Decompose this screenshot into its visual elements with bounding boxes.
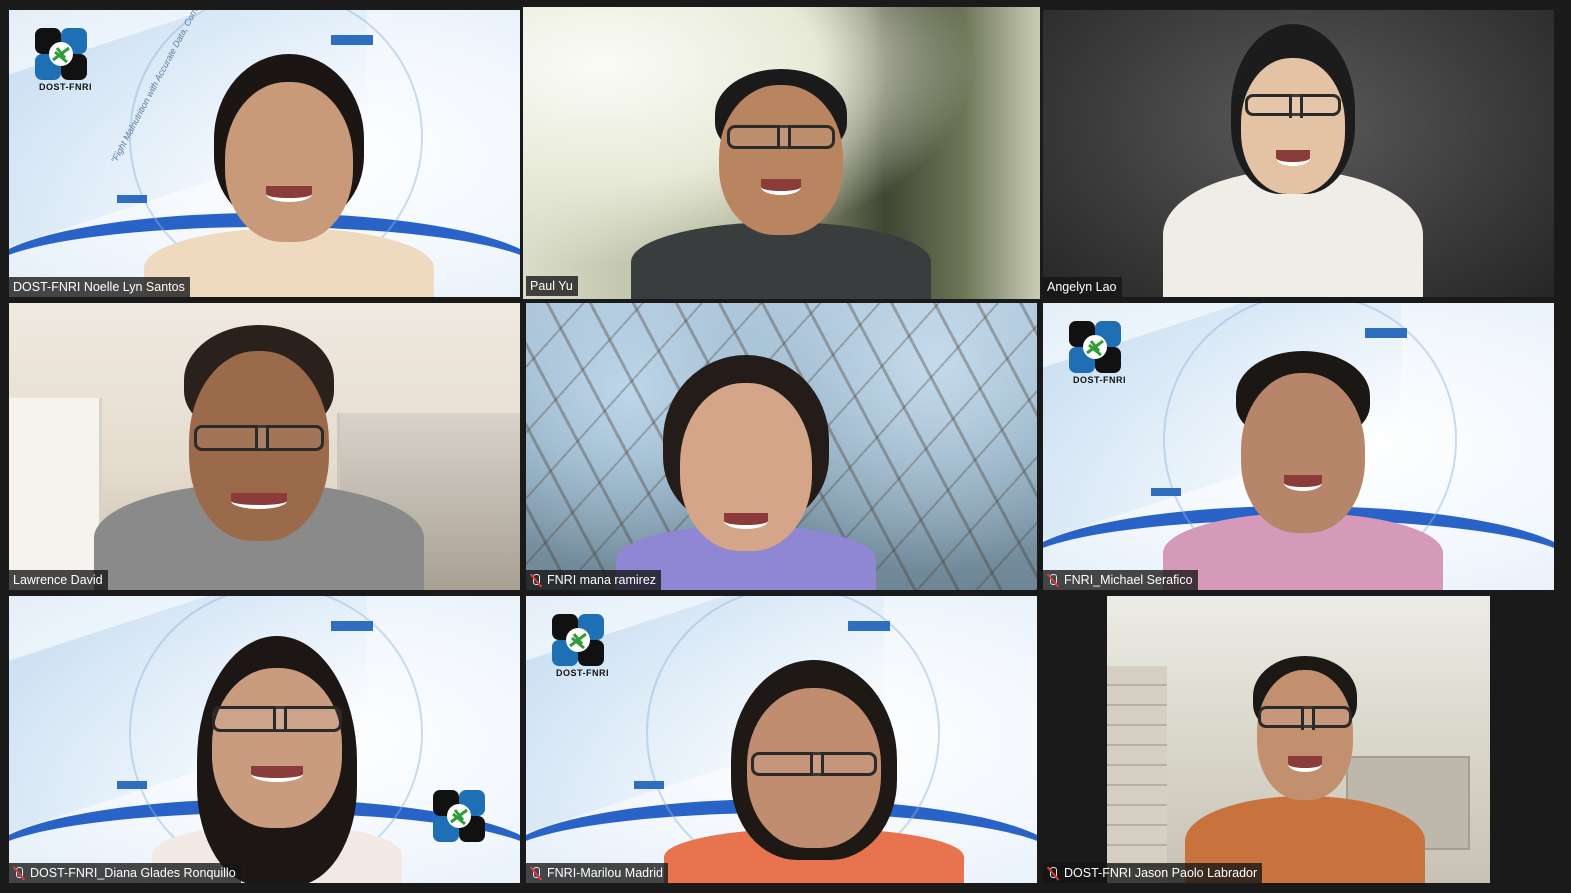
participant-name: DOST-FNRI Jason Paolo Labrador [1064,866,1258,880]
participant-name-tag: Lawrence David [9,570,108,590]
video-tile-marilou[interactable]: DOST-FNRI FNRI-Marilou Madrid [526,596,1037,883]
participant-name: FNRI-Marilou Madrid [547,866,663,880]
video-tile-diana[interactable]: DOST-FNRI_Diana Glades Ronquillo [9,596,520,883]
background-bar [634,781,664,789]
muted-microphone-icon [530,573,542,587]
participant-name-tag: DOST-FNRI_Diana Glades Ronquillo [9,863,241,883]
muted-microphone-icon [1047,573,1059,587]
participant-name: Paul Yu [530,279,573,293]
background-bar [331,621,373,631]
video-tile-mana[interactable]: FNRI mana ramirez [526,303,1037,590]
video-tile-paul[interactable]: Paul Yu [523,7,1040,299]
participant-name-tag: FNRI_Michael Serafico [1043,570,1198,590]
background-bar [848,621,890,631]
participant-name: DOST-FNRI Noelle Lyn Santos [13,280,185,294]
video-tile-angelyn[interactable]: Angelyn Lao [1043,10,1554,297]
background-bar [1365,328,1407,338]
participant-name-tag: FNRI-Marilou Madrid [526,863,668,883]
muted-microphone-icon [13,866,25,880]
video-tile-michael[interactable]: DOST-FNRI FNRI_Michael Serafico [1043,303,1554,590]
participant-name: Angelyn Lao [1047,280,1117,294]
muted-microphone-icon [530,866,542,880]
dost-fnri-logo-icon [548,610,608,670]
muted-microphone-icon [1047,866,1059,880]
participant-name: FNRI_Michael Serafico [1064,573,1193,587]
participant-name-tag: DOST-FNRI Noelle Lyn Santos [9,277,190,297]
background-bar [117,781,147,789]
participant-name: Lawrence David [13,573,103,587]
dost-fnri-logo-icon [31,24,91,84]
background-bar [1151,488,1181,496]
video-tile-noelle[interactable]: DOST-FNRI "Fight Malnutrition with Accur… [9,10,520,297]
logo-text: DOST-FNRI [1073,375,1126,385]
video-tile-jason[interactable]: DOST-FNRI Jason Paolo Labrador [1043,596,1554,883]
video-tile-lawrence[interactable]: Lawrence David [9,303,520,590]
background-bar [331,35,373,45]
logo-text: DOST-FNRI [39,82,92,92]
participant-name: DOST-FNRI_Diana Glades Ronquillo [30,866,236,880]
background-bar [117,195,147,203]
participant-name: FNRI mana ramirez [547,573,657,587]
participant-name-tag: FNRI mana ramirez [526,570,662,590]
dost-fnri-logo-icon [1065,317,1125,377]
logo-text: DOST-FNRI [556,668,609,678]
participant-name-tag: Paul Yu [526,276,578,296]
participant-name-tag: Angelyn Lao [1043,277,1122,297]
participant-name-tag: DOST-FNRI Jason Paolo Labrador [1043,863,1263,883]
dost-fnri-logo-icon [429,786,489,846]
